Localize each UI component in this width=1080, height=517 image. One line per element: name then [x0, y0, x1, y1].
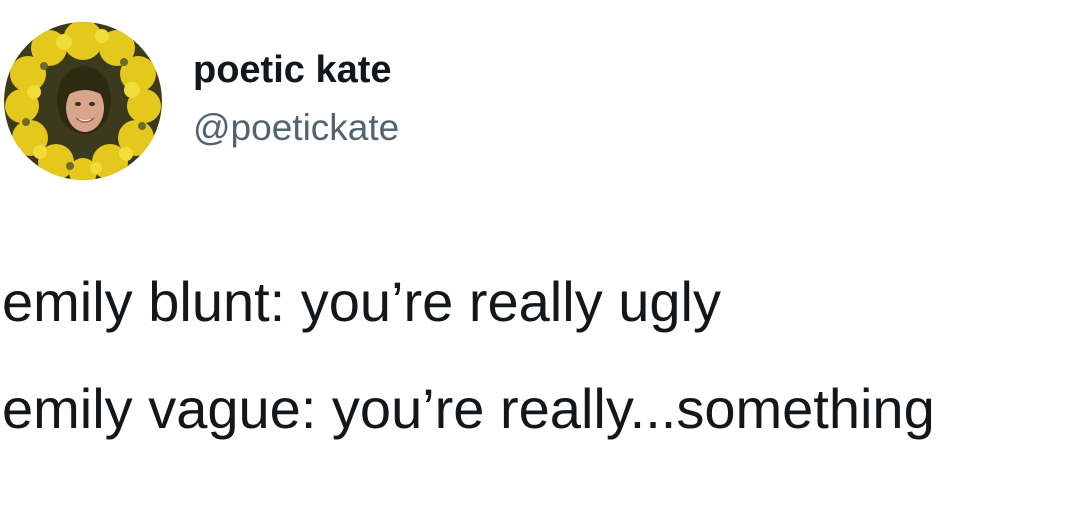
display-name[interactable]: poetic kate	[193, 47, 392, 93]
tweet-card: poetic kate @poetickate emily blunt: you…	[0, 0, 1080, 517]
tweet-line-1: emily blunt: you’re really ugly	[2, 270, 721, 333]
tweet-line-2: emily vague: you’re really...something	[2, 377, 935, 440]
avatar-photo-flower-wreath-icon	[4, 22, 162, 180]
user-handle[interactable]: @poetickate	[193, 106, 399, 150]
avatar[interactable]	[4, 22, 162, 180]
tweet-header: poetic kate @poetickate	[0, 0, 1080, 200]
tweet-text: emily blunt: you’re really ugly emily va…	[0, 262, 1080, 441]
